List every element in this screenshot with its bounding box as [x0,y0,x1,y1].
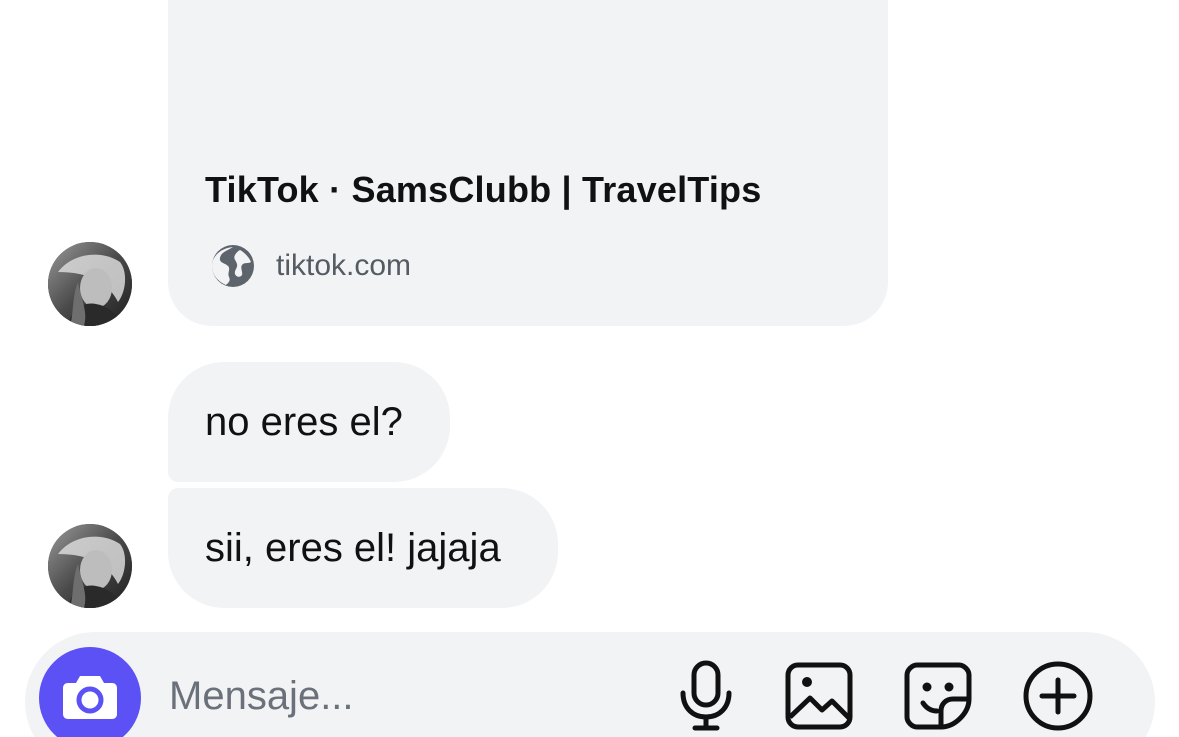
sticker-icon [903,661,973,736]
globe-icon [209,242,257,290]
camera-button[interactable] [39,647,141,737]
avatar[interactable] [48,524,132,608]
avatar[interactable] [48,242,132,326]
microphone-button[interactable] [670,660,742,737]
plus-circle-icon [1022,660,1094,737]
message-composer [25,632,1155,737]
message-bubble[interactable]: sii, eres el! jajaja [168,488,558,608]
gallery-button[interactable] [783,662,855,734]
message-bubble[interactable]: no eres el? [168,362,450,482]
gallery-icon [784,661,854,736]
link-preview-title: TikTok · SamsClubb | TravelTips [205,169,762,210]
chat-screen: TikTok · SamsClubb | TravelTips tiktok.c… [0,0,1179,737]
microphone-icon [676,660,736,737]
sticker-button[interactable] [902,662,974,734]
add-button[interactable] [1022,660,1094,737]
message-input[interactable] [169,664,639,728]
link-preview-domain: tiktok.com [276,249,412,282]
link-preview-source: tiktok.com [209,240,411,292]
camera-icon [62,672,118,725]
link-preview-card[interactable]: TikTok · SamsClubb | TravelTips tiktok.c… [168,0,888,326]
